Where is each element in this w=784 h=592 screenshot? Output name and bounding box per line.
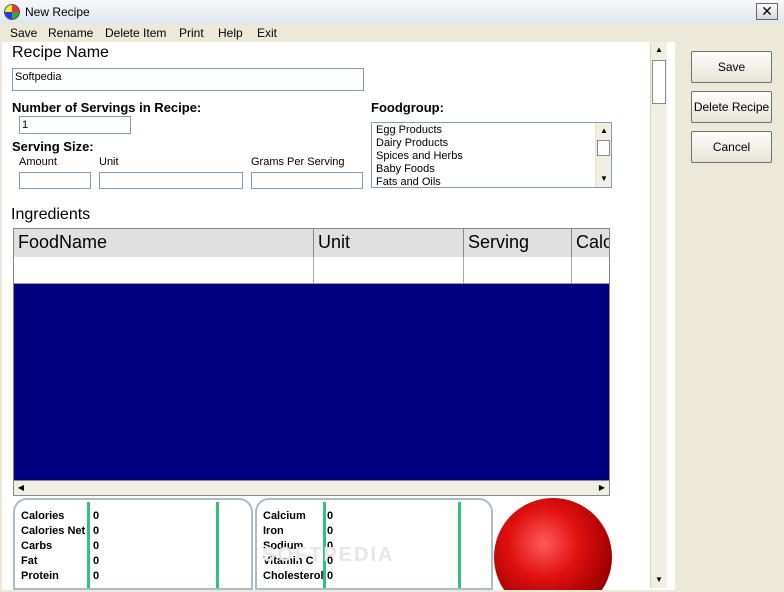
close-button[interactable]: ✕ — [756, 3, 778, 20]
cell-foodname[interactable] — [14, 257, 314, 283]
nutrient-value-calcium: 0 — [327, 510, 334, 522]
cell-unit[interactable] — [314, 257, 464, 283]
column-header-calories[interactable]: Calo — [572, 229, 609, 257]
nutrient-value-carbs: 0 — [93, 540, 100, 552]
nutrient-label-fat: Fat — [21, 555, 38, 567]
scroll-thumb[interactable] — [597, 140, 610, 156]
amount-label: Amount — [19, 156, 57, 168]
grams-per-serving-label: Grams Per Serving — [251, 156, 345, 168]
foodgroup-list[interactable]: Egg Products Dairy Products Spices and H… — [371, 122, 612, 188]
column-header-foodname[interactable]: FoodName — [14, 229, 314, 257]
nutrient-value-calories-net: 0 — [93, 525, 100, 537]
scroll-up-icon[interactable]: ▲ — [596, 123, 611, 139]
list-item[interactable]: Baby Foods — [376, 163, 435, 176]
nutrient-label-carbs: Carbs — [21, 540, 53, 552]
unit-label: Unit — [99, 156, 119, 168]
sphere-ball — [494, 498, 612, 590]
menu-help[interactable]: Help — [218, 26, 243, 40]
divider — [458, 502, 461, 588]
unit-input[interactable] — [99, 172, 243, 189]
nutrient-label-cholesterol: Cholesterol — [263, 570, 323, 582]
serving-size-label: Serving Size: — [12, 139, 94, 154]
nutrient-value-iron: 0 — [327, 525, 334, 537]
nutrient-value-protein: 0 — [93, 570, 100, 582]
nutrient-value-calories: 0 — [93, 510, 100, 522]
amount-input[interactable] — [19, 172, 91, 189]
menu-save[interactable]: Save — [10, 26, 37, 40]
delete-recipe-button[interactable]: Delete Recipe — [691, 91, 772, 123]
divider — [216, 502, 219, 588]
window-title: New Recipe — [25, 5, 90, 19]
menu-delete-item[interactable]: Delete Item — [105, 26, 166, 40]
menu-bar: Save Rename Delete Item Print Help Exit — [0, 24, 784, 42]
watermark: SOFTPEDIA — [262, 544, 395, 566]
ingredients-label: Ingredients — [11, 206, 91, 223]
title-bar: New Recipe ✕ — [0, 0, 784, 25]
scroll-right-icon[interactable]: ▶ — [595, 480, 609, 496]
nutrition-sphere-graphic — [494, 498, 612, 590]
cancel-button[interactable]: Cancel — [691, 131, 772, 163]
ingredients-grid[interactable]: FoodName Unit Serving Calo — [13, 228, 610, 496]
scroll-up-icon[interactable]: ▲ — [651, 42, 667, 58]
grid-horizontal-scrollbar[interactable]: ◀ ▶ — [13, 480, 610, 496]
save-button[interactable]: Save — [691, 51, 772, 83]
recipe-name-label: Recipe Name — [12, 44, 109, 61]
menu-rename[interactable]: Rename — [48, 26, 93, 40]
table-row[interactable] — [14, 257, 609, 284]
column-header-serving[interactable]: Serving — [464, 229, 572, 257]
scroll-down-icon[interactable]: ▼ — [651, 572, 667, 588]
nutrient-value-fat: 0 — [93, 555, 100, 567]
app-icon — [4, 4, 20, 20]
nutrient-label-calories-net: Calories Net — [21, 525, 86, 537]
nutrient-label-protein: Protein — [21, 570, 59, 582]
recipe-form: Recipe Name Softpedia Number of Servings… — [2, 42, 675, 590]
recipe-name-input[interactable]: Softpedia — [12, 68, 364, 91]
nutrient-label-iron: Iron — [263, 525, 284, 537]
column-header-unit[interactable]: Unit — [314, 229, 464, 257]
servings-label: Number of Servings in Recipe: — [12, 100, 202, 115]
nutrient-label-calcium: Calcium — [263, 510, 306, 522]
main-vertical-scrollbar[interactable]: ▲ ▼ — [650, 42, 667, 588]
list-item[interactable]: Spices and Herbs — [376, 150, 463, 163]
nutrient-value-cholesterol: 0 — [327, 570, 334, 582]
foodgroup-scrollbar[interactable]: ▲ ▼ — [595, 123, 611, 187]
nutrition-panel-macros: Calories 0 Calories Net 0 Carbs 0 Fat 0 … — [13, 498, 253, 590]
foodgroup-label: Foodgroup: — [371, 100, 444, 115]
list-item[interactable]: Fats and Oils — [376, 176, 441, 187]
scroll-thumb[interactable] — [652, 60, 666, 104]
grams-per-serving-input[interactable] — [251, 172, 363, 189]
divider — [87, 502, 90, 588]
grid-header: FoodName Unit Serving Calo — [14, 229, 609, 258]
scroll-left-icon[interactable]: ◀ — [14, 480, 28, 496]
nutrient-label-calories: Calories — [21, 510, 65, 522]
list-item[interactable]: Egg Products — [376, 124, 442, 137]
cell-calories[interactable] — [572, 257, 609, 283]
list-item[interactable]: Dairy Products — [376, 137, 448, 150]
menu-print[interactable]: Print — [179, 26, 204, 40]
menu-exit[interactable]: Exit — [257, 26, 277, 40]
servings-input[interactable]: 1 — [19, 116, 131, 134]
cell-serving[interactable] — [464, 257, 572, 283]
scroll-down-icon[interactable]: ▼ — [596, 171, 611, 187]
